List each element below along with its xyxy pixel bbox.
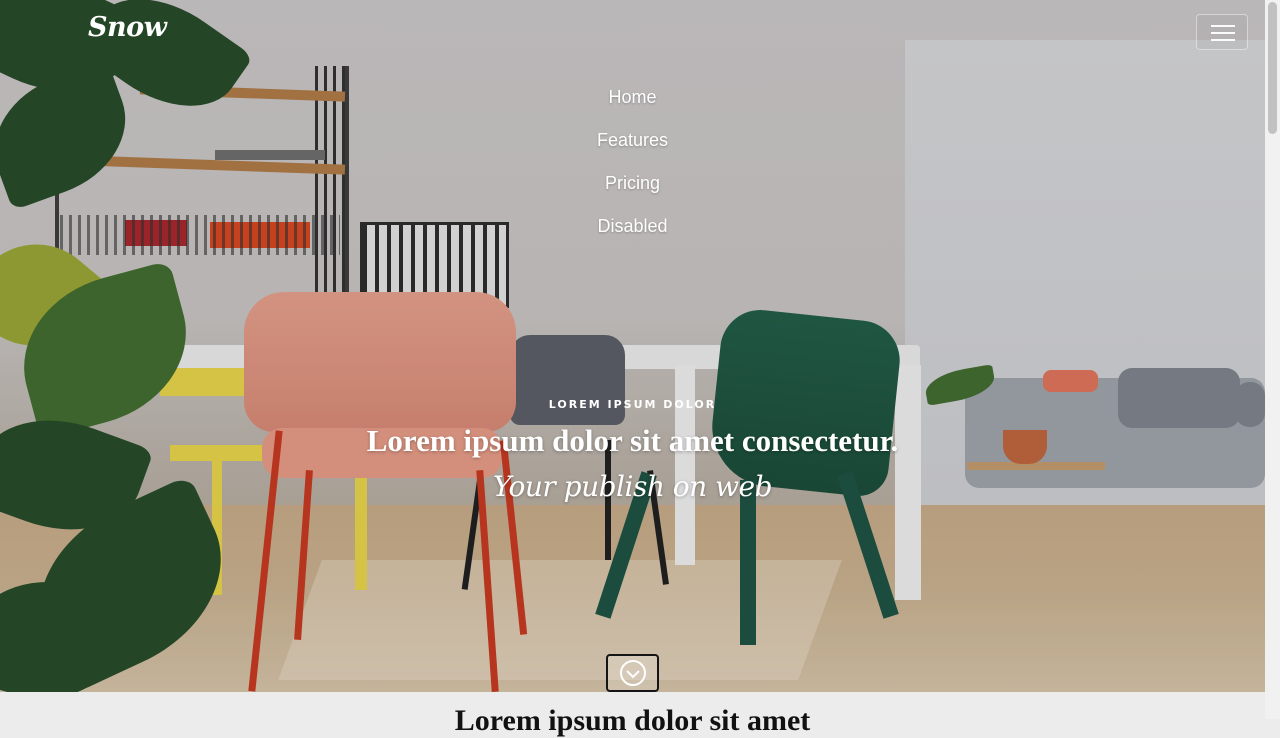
nav-item-pricing[interactable]: Pricing xyxy=(0,168,1265,211)
navbar-brand[interactable]: Snow xyxy=(88,12,167,43)
hero-tagline: Your publish on web xyxy=(492,470,773,503)
hero-headline: Lorem ipsum dolor sit amet consectetur. xyxy=(366,423,899,458)
nav-item-disabled[interactable]: Disabled xyxy=(0,211,1265,254)
scroll-down-button[interactable] xyxy=(606,654,659,692)
hamburger-menu-icon xyxy=(1211,25,1235,27)
section-title: Lorem ipsum dolor sit amet xyxy=(454,704,811,737)
nav-item-features[interactable]: Features xyxy=(0,125,1265,168)
scrollbar-thumb[interactable] xyxy=(1268,2,1277,134)
nav-item-home[interactable]: Home xyxy=(0,82,1265,125)
hero-eyebrow: Lorem Ipsum Dolor xyxy=(548,398,717,411)
page-scrollbar[interactable] xyxy=(1265,0,1280,719)
navbar-toggle-button[interactable] xyxy=(1196,14,1248,50)
main-nav: Home Features Pricing Disabled xyxy=(0,82,1265,254)
chevron-down-circle-icon xyxy=(626,670,640,679)
